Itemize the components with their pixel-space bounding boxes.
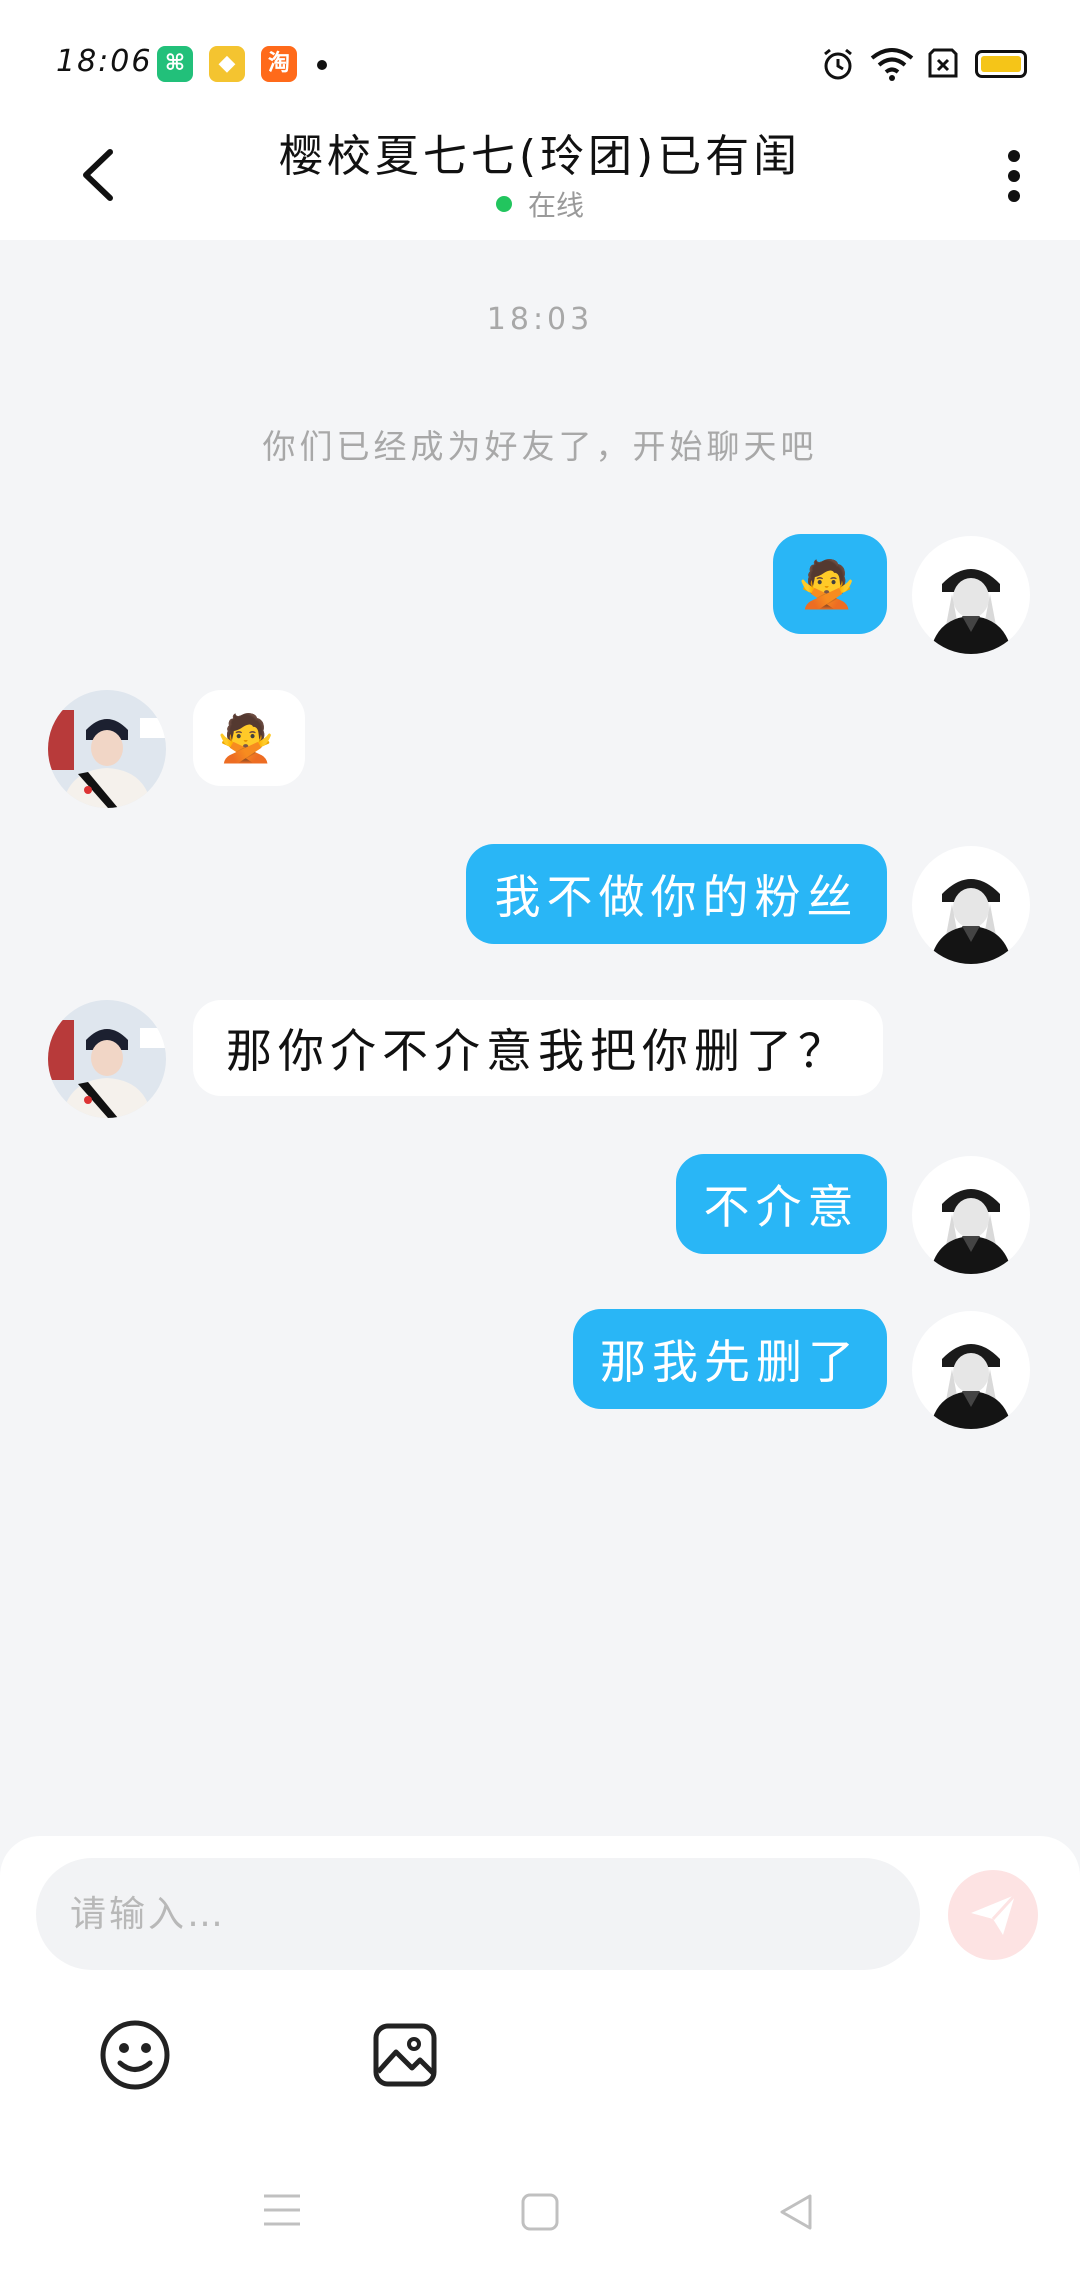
back-nav-icon[interactable] <box>776 2192 816 2232</box>
taobao-icon: 淘 <box>261 46 297 82</box>
outgoing-message[interactable]: 那我先删了 <box>573 1309 887 1409</box>
contact-avatar[interactable] <box>48 1000 166 1118</box>
chat-timestamp: 18:03 <box>486 302 594 337</box>
system-nav-bar <box>0 2150 1080 2280</box>
diamond-app-icon: ◆ <box>209 46 245 82</box>
my-avatar[interactable] <box>912 1311 1030 1429</box>
alarm-icon <box>824 48 852 80</box>
my-avatar[interactable] <box>912 536 1030 654</box>
home-nav-icon[interactable] <box>520 2192 560 2232</box>
incoming-message[interactable]: 那你介不介意我把你删了？ <box>193 1000 883 1096</box>
status-time: 18:06 <box>56 44 153 79</box>
my-avatar[interactable] <box>912 846 1030 964</box>
chat-title: 樱校夏七七(玲团)已有闺 <box>278 131 802 182</box>
image-icon[interactable] <box>372 2022 438 2088</box>
chat-header: 樱校夏七七(玲团)已有闺 在线 <box>0 120 1080 240</box>
outgoing-message[interactable]: 不介意 <box>676 1154 887 1254</box>
contact-avatar[interactable] <box>48 690 166 808</box>
wifi-icon <box>870 48 914 81</box>
battery-icon <box>975 50 1027 78</box>
notification-dot <box>317 60 327 70</box>
online-dot <box>495 196 512 212</box>
outgoing-message[interactable]: 🙅 <box>773 534 887 634</box>
send-button[interactable] <box>948 1870 1038 1960</box>
more-options-button[interactable] <box>1000 140 1040 210</box>
paper-plane-icon <box>971 1893 1017 1935</box>
my-avatar[interactable] <box>912 1156 1030 1274</box>
status-bar: 18:06 ⌘ ◆ 淘 <box>0 0 1080 120</box>
system-message: 你们已经成为好友了，开始聊天吧 <box>262 427 818 466</box>
sim-blocked-icon <box>928 48 958 78</box>
presence-label: 在线 <box>527 189 584 222</box>
outgoing-message[interactable]: 我不做你的粉丝 <box>466 844 887 944</box>
wechat-icon: ⌘ <box>157 46 193 82</box>
emoji-icon[interactable] <box>98 2018 172 2092</box>
menu-nav-icon[interactable] <box>262 2192 302 2228</box>
message-input[interactable] <box>36 1858 920 1970</box>
incoming-message[interactable]: 🙅 <box>193 690 305 786</box>
presence-status: 在线 <box>0 184 1080 224</box>
battery-level <box>981 56 1021 72</box>
